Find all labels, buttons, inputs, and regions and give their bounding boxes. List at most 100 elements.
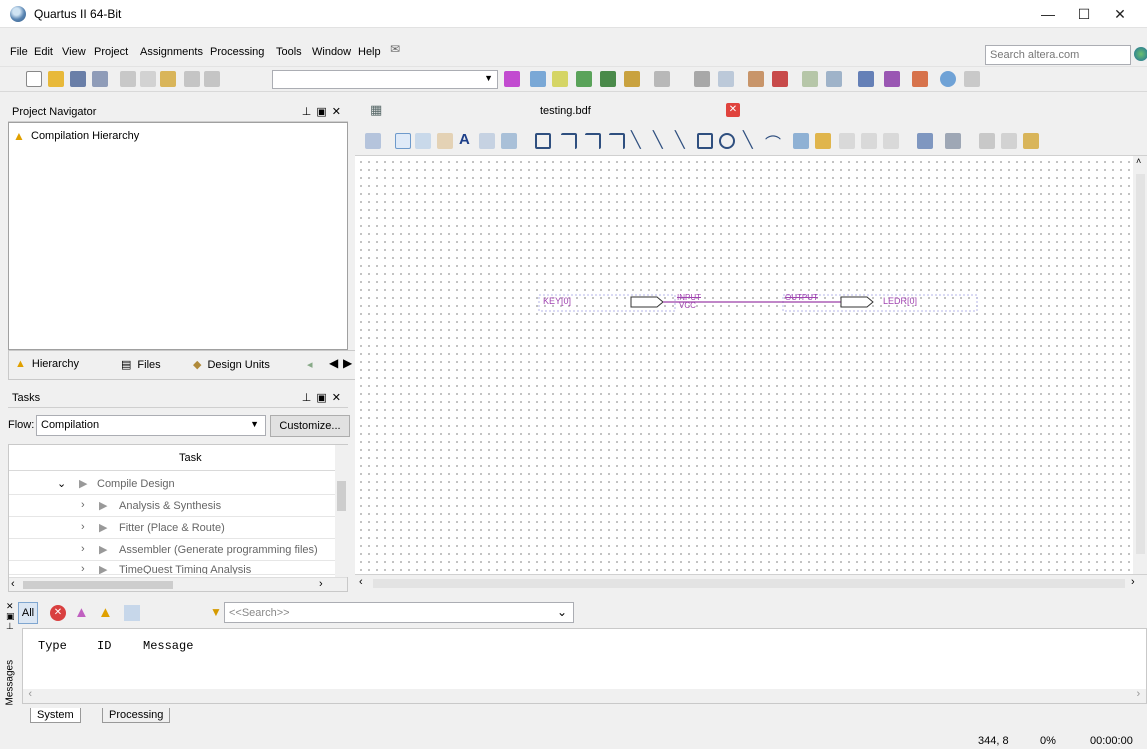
error-filter-icon[interactable]: ✕ xyxy=(50,605,66,621)
rotate-icon[interactable] xyxy=(883,133,899,149)
task-row[interactable]: › ▶ Assembler (Generate programming file… xyxy=(9,539,339,561)
tab-testing-bdf[interactable]: testing.bdf xyxy=(540,105,591,117)
flow-select[interactable]: Compilation ▼ xyxy=(36,415,266,436)
timequest-icon[interactable] xyxy=(772,71,788,87)
panel-controls-icon[interactable]: ⊥ ▣ ✕ xyxy=(302,105,342,118)
copy-icon[interactable] xyxy=(140,71,156,87)
print-icon[interactable] xyxy=(945,133,961,149)
selection-tool-icon[interactable] xyxy=(395,133,411,149)
expand-chevron-icon[interactable]: › xyxy=(81,499,85,511)
critical-warning-filter-icon[interactable]: ▲ xyxy=(74,604,89,621)
warning-filter-icon[interactable]: ▲ xyxy=(98,604,113,621)
menu-edit[interactable]: Edit xyxy=(34,46,53,58)
scroll-left-icon[interactable]: ‹ xyxy=(359,576,363,588)
rubberbanding-icon[interactable] xyxy=(793,133,809,149)
assembler-icon[interactable] xyxy=(624,71,640,87)
compilation-hierarchy-item[interactable]: Compilation Hierarchy xyxy=(31,130,139,142)
timing-icon[interactable] xyxy=(718,71,734,87)
task-column-header[interactable]: Task xyxy=(179,452,202,464)
search-input[interactable]: Search altera.com xyxy=(985,45,1131,65)
tab-scroll-right-icon[interactable]: ▶ xyxy=(343,356,352,370)
message-list[interactable]: Type ID Message ‹ › xyxy=(22,628,1147,704)
rectangle-tool-icon[interactable] xyxy=(697,133,713,149)
column-message[interactable]: Message xyxy=(143,639,193,653)
rtl-viewer-icon[interactable] xyxy=(802,71,818,87)
menu-file[interactable]: File xyxy=(10,46,28,58)
technology-map-icon[interactable] xyxy=(826,71,842,87)
tab-scroll-left-icon[interactable]: ◀ xyxy=(329,356,338,370)
open-folder-icon[interactable] xyxy=(48,71,64,87)
zoom-tool-icon[interactable] xyxy=(415,133,431,149)
expand-chevron-icon[interactable]: › xyxy=(81,563,85,574)
schematic-canvas[interactable]: KEY[0] INPUT VCC OUTPUT LEDR[0] xyxy=(355,156,1133,574)
paste-icon[interactable] xyxy=(1023,133,1039,149)
message-search-input[interactable]: <<Search>> ⌄ xyxy=(224,602,574,623)
block-tool-icon[interactable] xyxy=(535,133,551,149)
panel-controls-icon[interactable]: ✕ ▣ ⊥ xyxy=(6,601,15,631)
panel-controls-icon[interactable]: ⊥ ▣ ✕ xyxy=(302,391,342,404)
menu-processing[interactable]: Processing xyxy=(210,46,264,58)
task-row[interactable]: ⌄ ▶ Compile Design xyxy=(9,473,339,495)
save-diagram-icon[interactable] xyxy=(917,133,933,149)
filter-funnel-icon[interactable]: ▼ xyxy=(210,605,222,619)
diagonal-node-tool-icon[interactable]: ╲ xyxy=(631,130,641,150)
filter-all-button[interactable]: All xyxy=(18,602,38,624)
line-tool-icon[interactable]: ╲ xyxy=(743,130,753,150)
save-icon[interactable] xyxy=(70,71,86,87)
globe-icon[interactable] xyxy=(1134,47,1147,61)
close-tab-icon[interactable]: ✕ xyxy=(726,103,740,117)
pin-planner-icon[interactable] xyxy=(530,71,546,87)
flip-vertical-icon[interactable] xyxy=(861,133,877,149)
programmer-icon[interactable] xyxy=(884,71,900,87)
arc-tool-icon[interactable]: ⌒ xyxy=(765,130,781,154)
diagonal-bus-tool-icon[interactable]: ╲ xyxy=(653,130,663,150)
info-filter-icon[interactable] xyxy=(124,605,140,621)
menu-tools[interactable]: Tools xyxy=(276,46,302,58)
canvas-hscroll[interactable]: ‹ › xyxy=(355,574,1147,591)
diagonal-conduit-tool-icon[interactable]: ╲ xyxy=(675,130,685,150)
orthogonal-conduit-tool-icon[interactable] xyxy=(609,133,625,149)
expand-chevron-icon[interactable]: › xyxy=(81,543,85,555)
stop-icon[interactable] xyxy=(654,71,670,87)
orthogonal-node-tool-icon[interactable] xyxy=(561,133,577,149)
tab-system[interactable]: System xyxy=(30,708,81,723)
messages-hscroll[interactable]: ‹ › xyxy=(23,689,1146,703)
analysis-synthesis-icon[interactable] xyxy=(576,71,592,87)
minimize-button[interactable]: — xyxy=(1030,0,1066,28)
feedback-icon[interactable] xyxy=(964,71,980,87)
scroll-thumb[interactable] xyxy=(1136,174,1145,554)
signaltap-icon[interactable] xyxy=(912,71,928,87)
customize-button[interactable]: Customize... xyxy=(270,415,350,437)
detach-window-icon[interactable] xyxy=(365,133,381,149)
assignment-editor-icon[interactable] xyxy=(552,71,568,87)
scroll-thumb[interactable] xyxy=(373,579,1125,588)
help-icon[interactable] xyxy=(940,71,956,87)
scroll-thumb[interactable] xyxy=(337,481,346,511)
menu-assignments[interactable]: Assignments xyxy=(140,46,203,58)
paste-icon[interactable] xyxy=(160,71,176,87)
scroll-thumb[interactable] xyxy=(23,581,173,589)
chip-planner-icon[interactable] xyxy=(858,71,874,87)
menu-help[interactable]: Help xyxy=(358,46,381,58)
cut-icon[interactable] xyxy=(120,71,136,87)
collapse-chevron-icon[interactable]: ⌄ xyxy=(57,477,66,490)
symbol-tool-icon[interactable] xyxy=(479,133,495,149)
task-row[interactable]: › ▶ Analysis & Synthesis xyxy=(9,495,339,517)
new-file-icon[interactable] xyxy=(26,71,42,87)
oval-tool-icon[interactable] xyxy=(719,133,735,149)
menu-view[interactable]: View xyxy=(62,46,86,58)
flip-horizontal-icon[interactable] xyxy=(839,133,855,149)
text-tool-icon[interactable]: A xyxy=(459,131,470,148)
column-type[interactable]: Type xyxy=(38,639,67,653)
scroll-left-icon[interactable]: ‹ xyxy=(27,689,34,701)
scroll-right-icon[interactable]: › xyxy=(319,578,323,590)
tab-processing[interactable]: Processing xyxy=(102,708,171,723)
copy-icon[interactable] xyxy=(1001,133,1017,149)
redo-icon[interactable] xyxy=(204,71,220,87)
expand-chevron-icon[interactable]: › xyxy=(81,521,85,533)
tab-hierarchy[interactable]: ▲ Hierarchy xyxy=(15,358,79,370)
clock-icon[interactable] xyxy=(748,71,764,87)
scroll-up-icon[interactable]: ˄ xyxy=(1136,156,1141,166)
more-tabs-icon[interactable]: ◂ xyxy=(307,358,313,371)
project-selector[interactable]: ▼ xyxy=(272,70,498,89)
